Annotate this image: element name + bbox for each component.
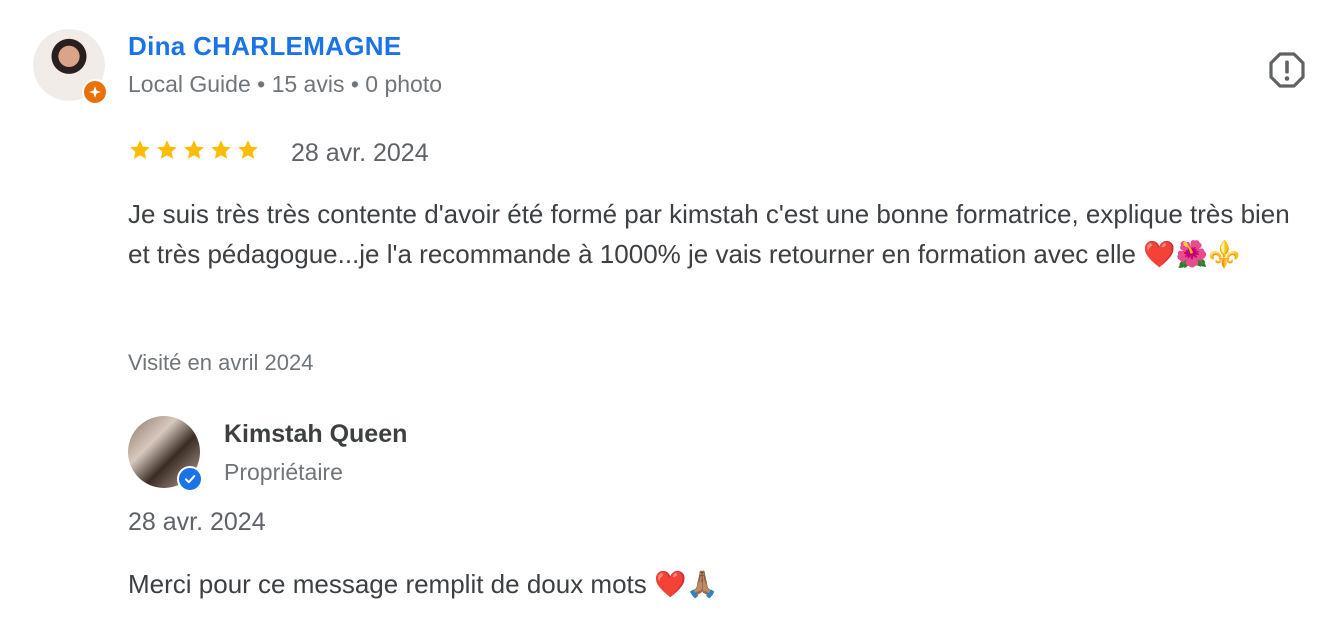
star-icon — [157, 140, 177, 159]
rating-stars — [128, 138, 260, 162]
star-icon — [211, 140, 231, 159]
reviewer-meta: Local Guide • 15 avis • 0 photo — [128, 71, 443, 97]
report-flag-icon — [1269, 52, 1305, 88]
reviewer-avatar[interactable] — [33, 29, 108, 105]
review-card: Dina CHARLEMAGNE Local Guide • 15 avis •… — [0, 0, 1331, 638]
owner-response-text: Merci pour ce message remplit de doux mo… — [128, 569, 719, 599]
verified-check-icon — [177, 466, 203, 492]
owner-role: Propriétaire — [224, 459, 343, 485]
review-date: 28 avr. 2024 — [291, 139, 429, 167]
local-guide-badge-icon — [82, 79, 108, 105]
owner-avatar[interactable] — [128, 416, 203, 492]
reviewer-name[interactable]: Dina CHARLEMAGNE — [128, 31, 401, 62]
star-icon — [238, 140, 258, 159]
star-icon — [130, 140, 150, 159]
owner-response-date: 28 avr. 2024 — [128, 508, 266, 536]
review-text: Je suis très très contente d'avoir été f… — [128, 199, 1290, 269]
star-icon — [184, 140, 204, 159]
report-review-button[interactable] — [1268, 51, 1306, 89]
visited-date: Visité en avril 2024 — [128, 350, 314, 375]
owner-name: Kimstah Queen — [224, 420, 408, 448]
